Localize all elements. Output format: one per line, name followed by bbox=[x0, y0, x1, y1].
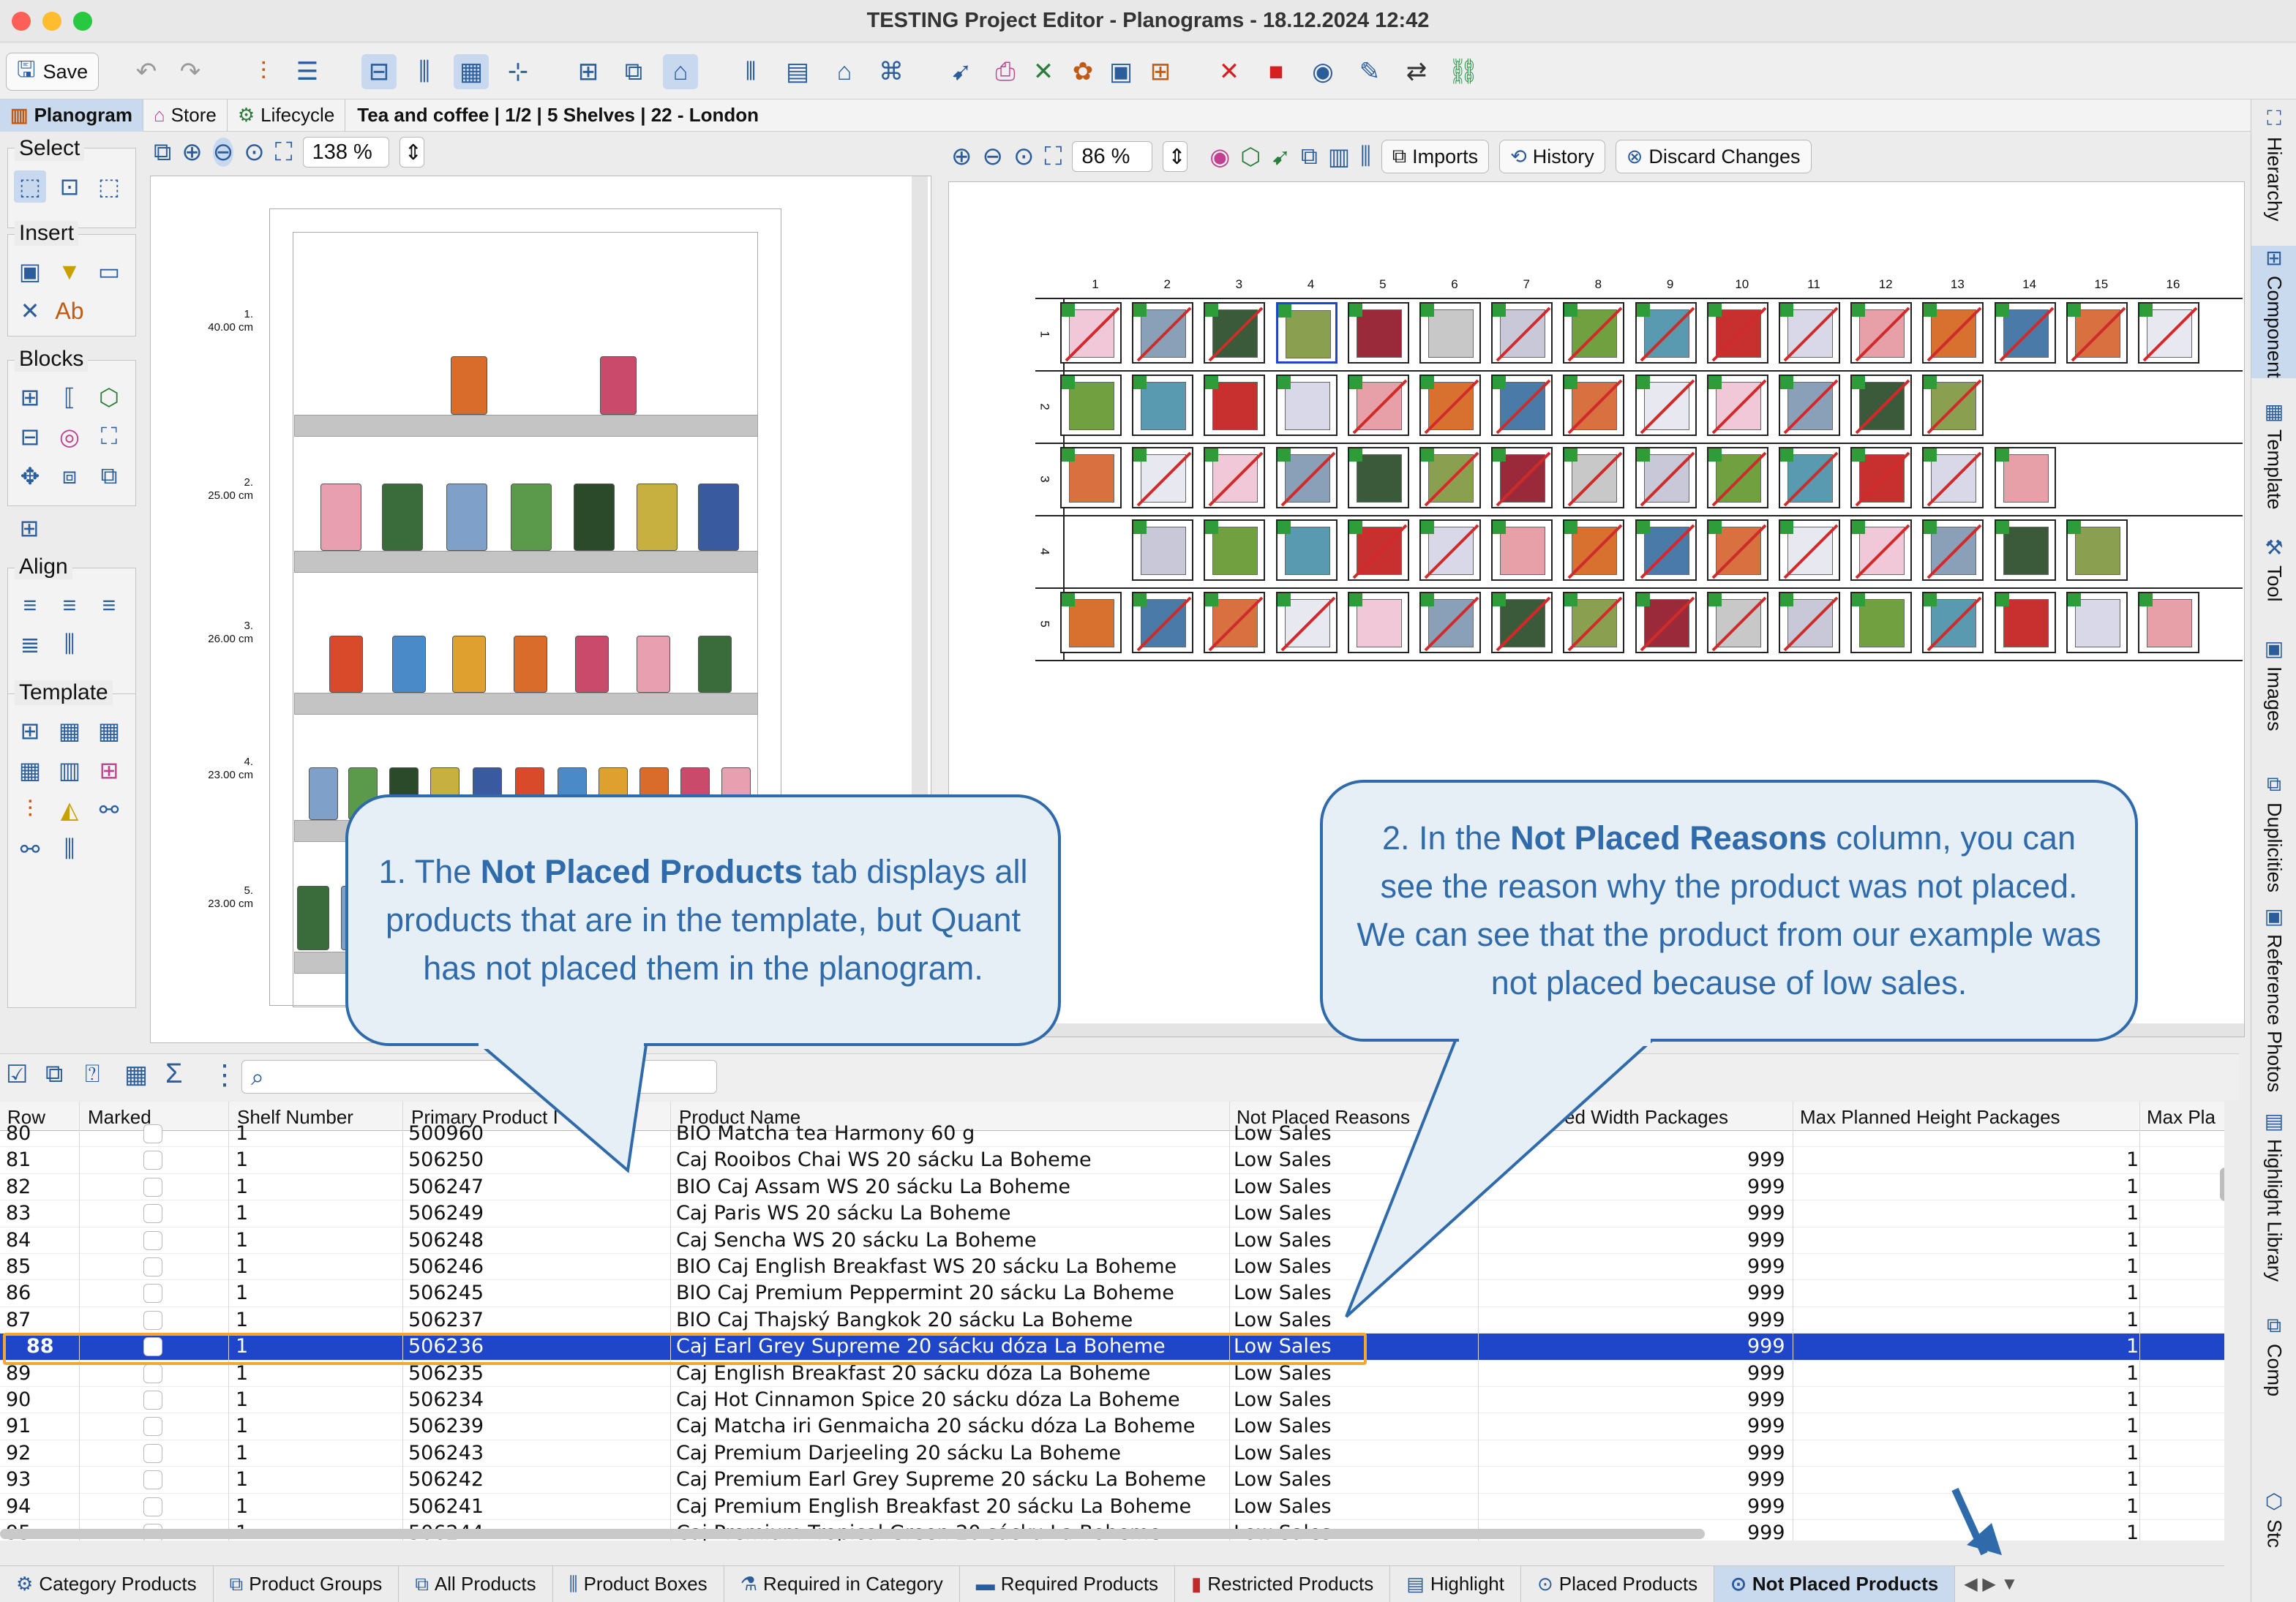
callout-2: 2. In the Not Placed Reasons column, you… bbox=[1320, 780, 2138, 1042]
callout-2-seam bbox=[1459, 1037, 1651, 1046]
callout-2-bold: Not Placed Reasons bbox=[1510, 819, 1827, 857]
callout-1: 1. The Not Placed Products tab displays … bbox=[345, 794, 1061, 1046]
callout-1-pre: 1. The bbox=[378, 853, 481, 890]
callout-2-pre: 2. In the bbox=[1382, 819, 1511, 857]
callout-1-bold: Not Placed Products bbox=[480, 853, 803, 890]
callout-2-pointer bbox=[1345, 1037, 1658, 1318]
callout-1-seam bbox=[479, 1039, 644, 1049]
callout-1-pointer bbox=[471, 1039, 649, 1173]
